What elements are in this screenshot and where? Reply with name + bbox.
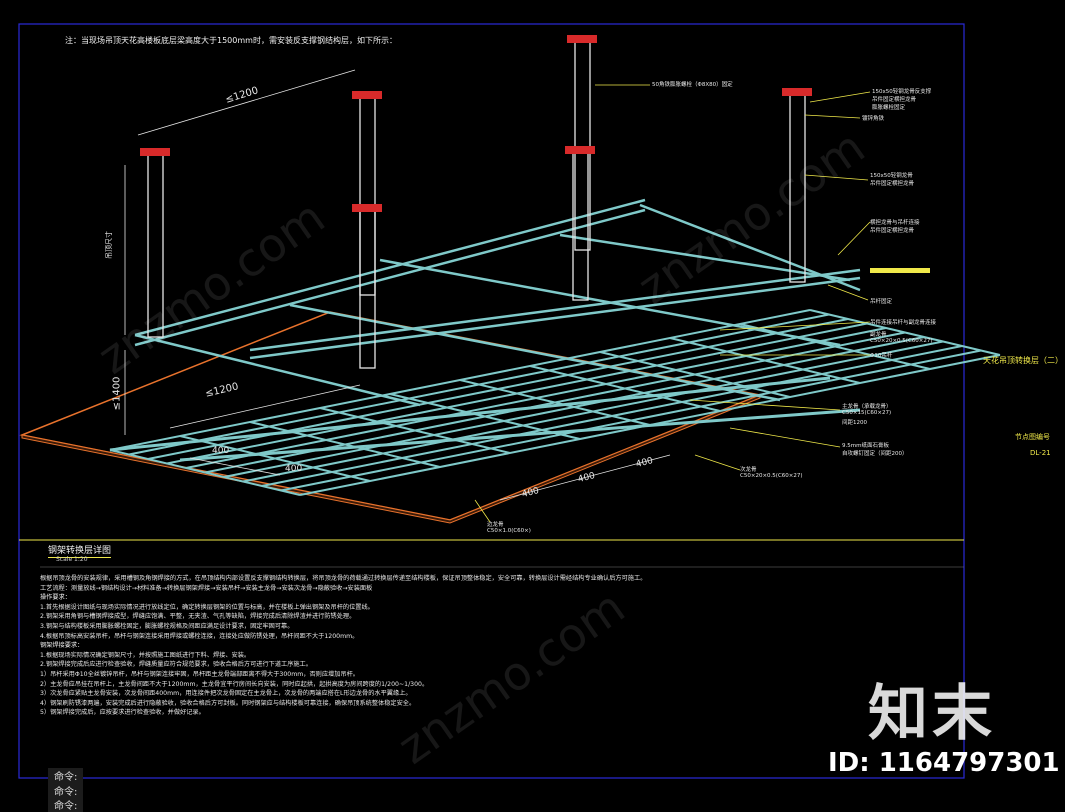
callout-reverse-support-3: 膨胀螺栓固定 bbox=[872, 105, 906, 111]
note-line: 根据吊顶龙骨的安装规律，采用槽钢及角钢焊接的方式，在吊顶结构内部设置反支撑钢结构… bbox=[40, 575, 647, 582]
callout-main-keel-2: C50×15(C60×27) bbox=[842, 410, 892, 416]
callout-sub-keel-1: 副龙骨 bbox=[870, 332, 887, 338]
sheet-label: 节点图编号 bbox=[1015, 433, 1050, 441]
dim-grid-400-b: 400 bbox=[285, 464, 303, 474]
command-line-3[interactable]: 命令: bbox=[48, 797, 84, 812]
callout-main-keel-3: 间距1200 bbox=[842, 420, 867, 426]
callout-angle-steel: 镀锌角铁 bbox=[862, 116, 885, 122]
callout-edge-2: C50×1.0(C60×) bbox=[487, 528, 531, 534]
callout-edge-1: 边龙骨 bbox=[487, 522, 504, 528]
dim-left-height: 吊顶尺寸 bbox=[105, 231, 113, 259]
callout-hanger-fix: 吊杆固定 bbox=[870, 299, 893, 305]
callout-crossbar-1: 横担龙骨与吊杆连接 bbox=[870, 220, 920, 226]
sheet-code: DL-21 bbox=[1030, 449, 1051, 457]
resource-id: ID: 1164797301 bbox=[828, 748, 1060, 778]
note-line: 操作要求： bbox=[40, 594, 71, 602]
note-line: 工艺流程：测量放线→钢结构设计→材料准备→转换层钢架焊接→安装吊杆→安装主龙骨→… bbox=[40, 584, 373, 592]
callout-crossbar-2: 吊件固定横担龙骨 bbox=[870, 228, 915, 234]
top-note: 注：当现场吊顶天花高楼板底层梁高度大于1500mm时，需安装反支撑钢结构层，如下… bbox=[65, 36, 397, 45]
cad-canvas: 注：当现场吊顶天花高楼板底层梁高度大于1500mm时，需安装反支撑钢结构层，如下… bbox=[0, 0, 1065, 812]
anchor-brackets bbox=[140, 35, 812, 212]
note-line: 钢架焊接要求： bbox=[40, 642, 84, 650]
callout-sub-keel-2: C50×20×0.5(C60×27) bbox=[870, 338, 933, 344]
note-line: 3.钢架与结构楼板采用膨胀螺栓固定，膨胀螺栓规格及间距应满足设计要求，固定牢固可… bbox=[40, 622, 294, 630]
note-line: 4.根据吊顶标高安装吊杆，吊杆与钢架连接采用焊接或螺栓连接，连接处应做防锈处理，… bbox=[40, 632, 359, 640]
callout-reverse-support-1: 150x50轻钢龙骨反支撑 bbox=[872, 89, 932, 95]
note-line: 1.首先根据设计图纸与现场实际情况进行放线定位，确定转换层钢架的位置与标高，并在… bbox=[40, 603, 374, 611]
callout-keel-2: 吊件固定横担龙骨 bbox=[870, 181, 915, 187]
callout-rod: Φ10吊杆 bbox=[870, 353, 893, 359]
command-line-1[interactable]: 命令: bbox=[48, 768, 84, 783]
callout-main-keel-1: 主龙骨（承载龙骨） bbox=[842, 404, 892, 410]
legend-yellow-bar bbox=[870, 268, 930, 273]
dim-grid-400-a: 400 bbox=[212, 446, 230, 456]
callout-secondary-2: C50×20×0.5(C60×27) bbox=[740, 473, 803, 479]
brand-logo: 知末 bbox=[868, 679, 996, 749]
drawing-scale: Scale 1:20 bbox=[56, 556, 88, 563]
callout-gypsum-1: 9.5mm纸面石膏板 bbox=[842, 443, 889, 449]
callout-gypsum-2: 自攻螺钉固定（间距200） bbox=[842, 451, 908, 457]
callout-keel-1: 150x50轻钢龙骨 bbox=[870, 173, 913, 179]
callout-secondary-1: 次龙骨 bbox=[740, 467, 757, 473]
sheet-title: 天花吊顶转换层（二） bbox=[983, 356, 1063, 365]
command-line-2[interactable]: 命令: bbox=[48, 783, 84, 798]
callout-anchor: 50角铁膨胀螺栓（Φ8X80）固定 bbox=[652, 82, 733, 88]
callout-reverse-support-2: 吊件固定横担龙骨 bbox=[872, 97, 917, 103]
callout-hanger-connect: 吊件连接吊杆与副龙骨连接 bbox=[870, 320, 937, 326]
note-line: 2.钢架采用角钢与槽钢焊接成型，焊缝应饱满、平整，无夹渣、气孔等缺陷，焊接完成后… bbox=[40, 613, 356, 621]
